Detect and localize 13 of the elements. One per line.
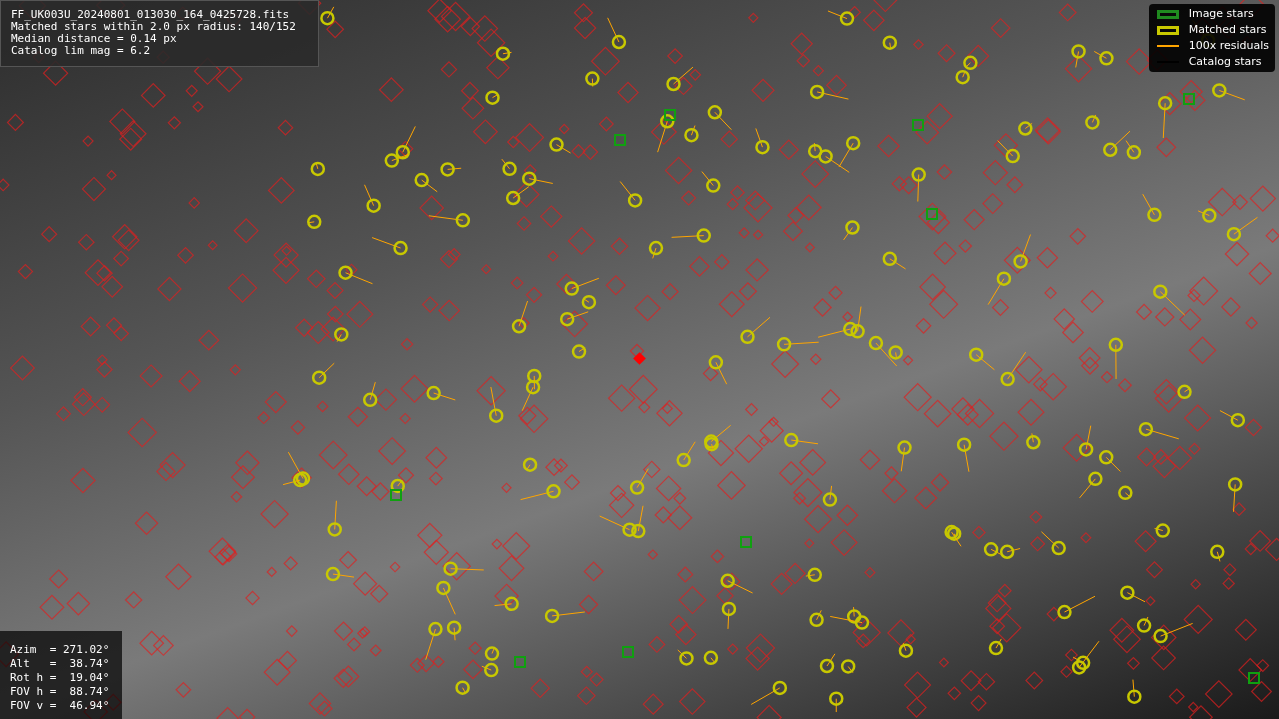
info-text: Median distance = 0.14 px [11, 33, 178, 45]
legend-label: 100x residuals [1188, 37, 1269, 54]
pointing-text: FOV v = 46.94° [10, 699, 111, 713]
info-text: Catalog lim mag = 6.2 [11, 45, 152, 57]
legend-label: Catalog stars [1188, 53, 1262, 70]
pointing-text: FOV h = 88.74° [10, 685, 111, 699]
legend-label: Matched stars [1188, 21, 1267, 38]
legend-label: Image stars [1188, 5, 1254, 22]
pointing-text: Rot h = 19.04° [10, 671, 111, 685]
info-text: FF_UK003U_20240801_013030_164_0425728.fits [11, 9, 291, 21]
pointing-text: Alt = 38.74° [10, 657, 111, 671]
info-text: Matched stars within 2.0 px radius: 140/152 [11, 21, 297, 33]
pointing-text: Azim = 271.02° [10, 643, 111, 657]
